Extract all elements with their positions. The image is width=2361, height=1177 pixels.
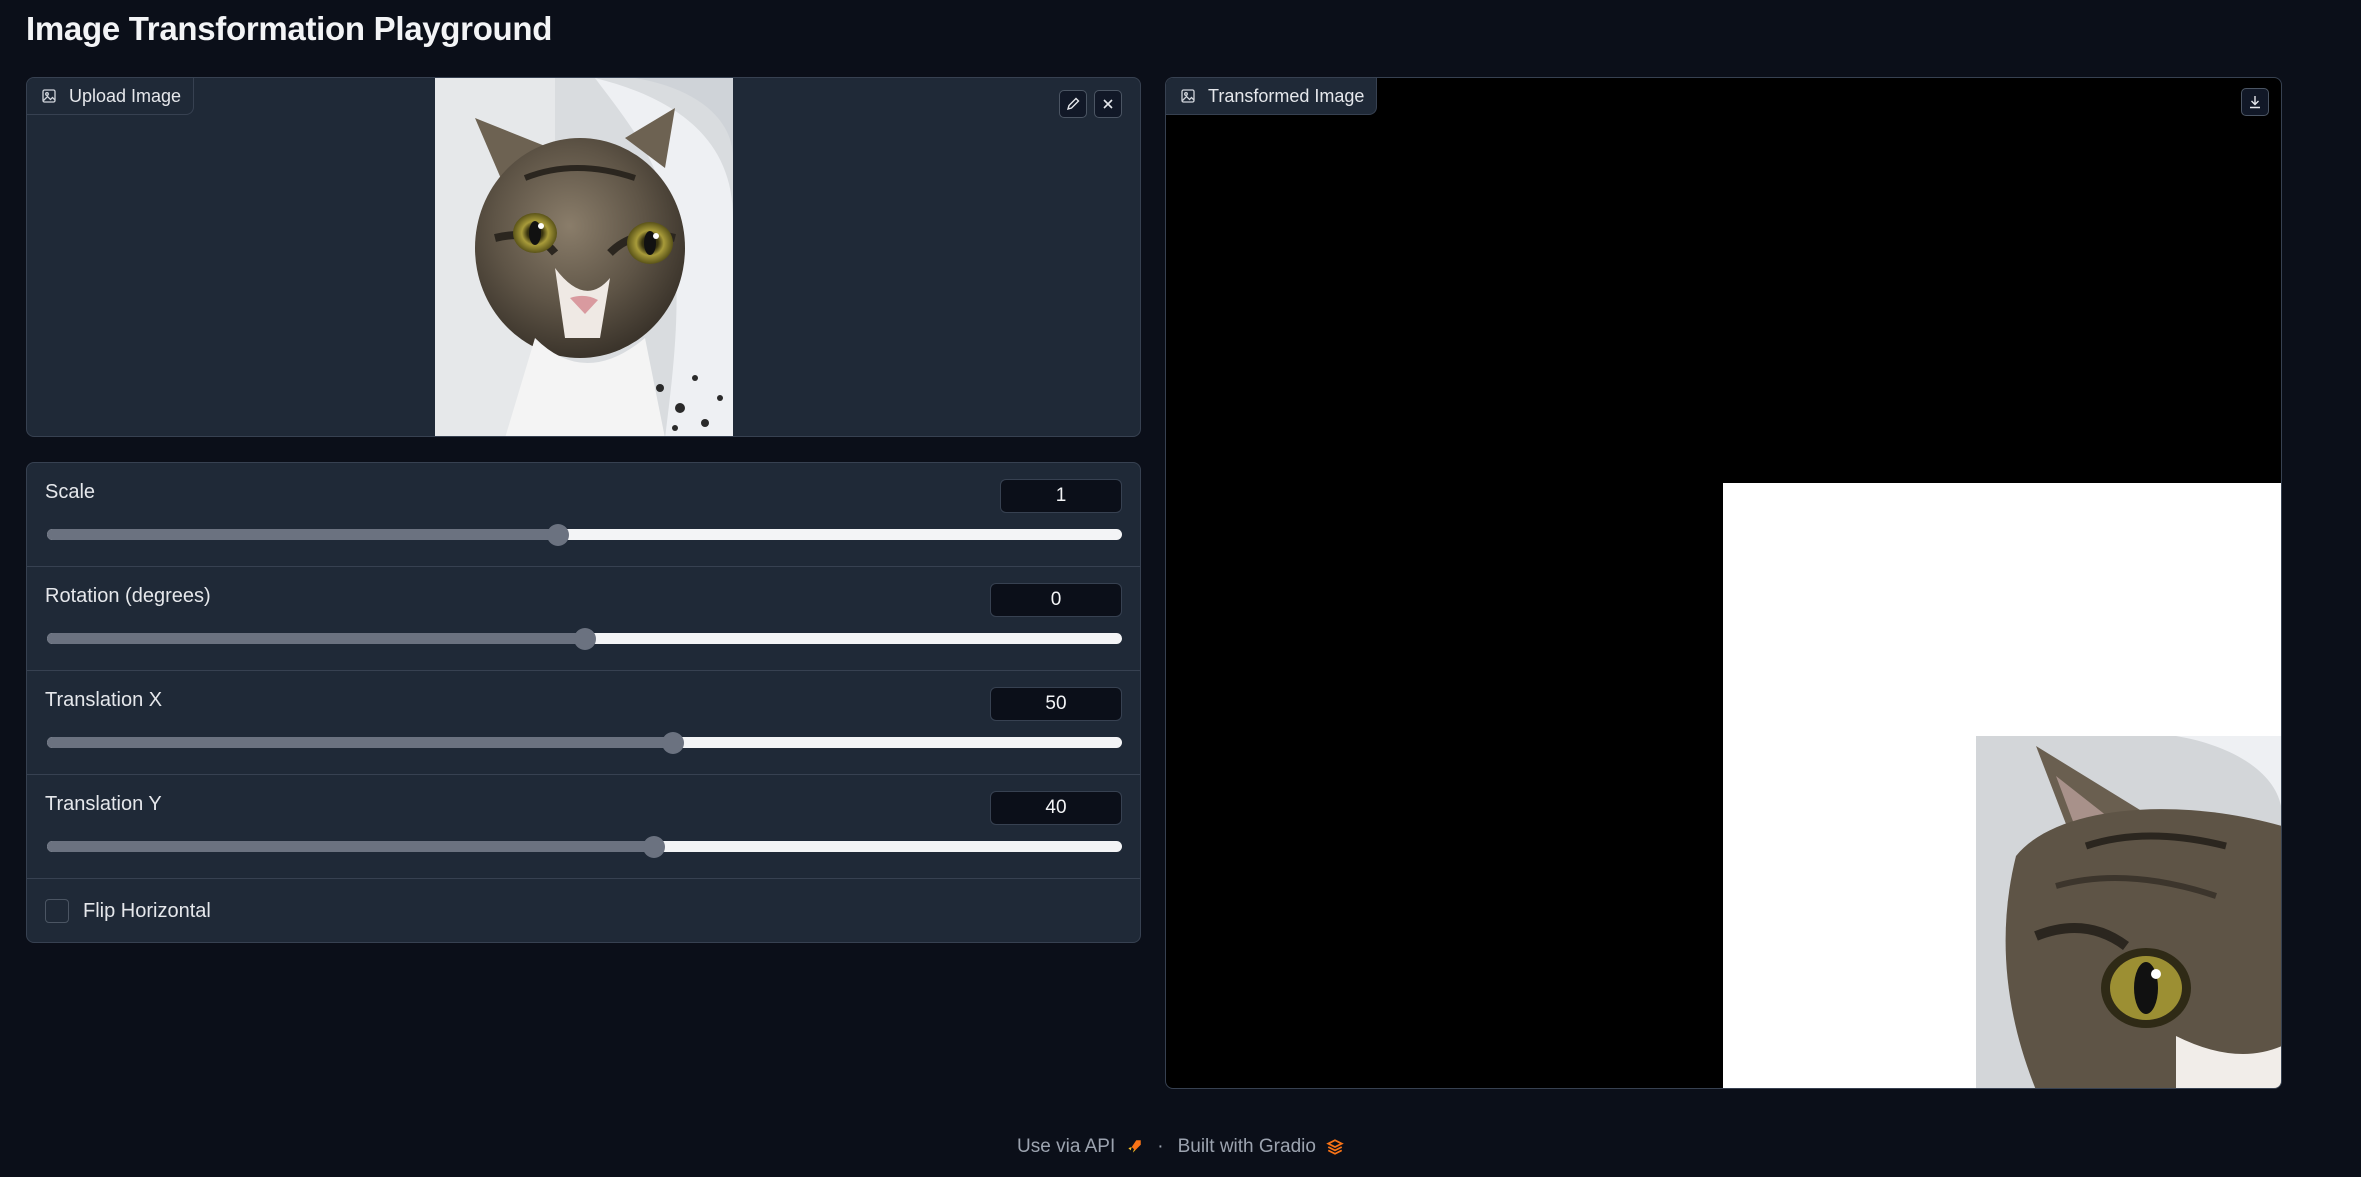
page-title: Image Transformation Playground (26, 10, 553, 47)
translation-x-number-input[interactable]: 50 (990, 687, 1122, 721)
rotation-control: Rotation (degrees) 0 (27, 567, 1140, 671)
transformed-image-label-text: Transformed Image (1208, 85, 1365, 106)
edit-image-button[interactable] (1059, 90, 1087, 118)
rotation-number-input[interactable]: 0 (990, 583, 1122, 617)
transformed-image-label: Transformed Image (1166, 78, 1378, 115)
flip-horizontal-control[interactable]: Flip Horizontal (27, 879, 1140, 943)
translation-y-number-input[interactable]: 40 (990, 791, 1122, 825)
translation-y-slider-thumb[interactable] (643, 835, 666, 858)
translation-y-slider[interactable] (47, 835, 1122, 858)
upload-image-label-text: Upload Image (69, 85, 182, 106)
close-icon (1103, 99, 1113, 109)
rotation-slider[interactable] (47, 627, 1122, 650)
upload-image-label: Upload Image (27, 78, 195, 115)
translation-x-slider-fill (47, 737, 673, 748)
rocket-icon (1128, 1140, 1142, 1153)
scale-slider-thumb[interactable] (546, 523, 569, 546)
download-button[interactable] (2241, 88, 2269, 116)
pencil-icon (1066, 97, 1080, 111)
gradio-logo-icon (1326, 1139, 1344, 1155)
image-icon (42, 89, 56, 103)
scale-number-input[interactable]: 1 (1000, 479, 1122, 513)
clear-image-button[interactable] (1094, 90, 1122, 118)
scale-label: Scale (45, 481, 96, 503)
flip-horizontal-checkbox[interactable] (45, 899, 69, 923)
footer: Use via API · Built with Gradio (0, 1136, 2361, 1158)
translation-x-label: Translation X (45, 689, 163, 711)
scale-slider-fill (47, 529, 558, 540)
download-icon (2250, 96, 2260, 109)
built-with-gradio-link[interactable]: Built with Gradio (1178, 1136, 1316, 1158)
upload-image-panel[interactable]: Upload Image (26, 77, 1141, 437)
translation-x-control: Translation X 50 (27, 671, 1140, 775)
transformed-cat-image (1976, 736, 2281, 1088)
use-via-api-link[interactable]: Use via API (1017, 1136, 1115, 1158)
image-icon (1181, 89, 1195, 103)
translation-x-slider[interactable] (47, 731, 1122, 754)
translation-y-slider-fill (47, 841, 655, 852)
rotation-slider-thumb[interactable] (573, 627, 596, 650)
flip-horizontal-label: Flip Horizontal (83, 899, 211, 922)
translation-y-control: Translation Y 40 (27, 775, 1140, 879)
scale-control: Scale 1 (27, 463, 1140, 567)
controls-panel: Scale 1 Rotation (degrees) 0 Translation… (26, 462, 1141, 943)
translation-x-slider-thumb[interactable] (661, 731, 684, 754)
translation-y-label: Translation Y (45, 793, 162, 815)
footer-separator: · (1157, 1136, 1164, 1157)
uploaded-cat-image (435, 78, 733, 436)
rotation-slider-fill (47, 633, 585, 644)
rotation-label: Rotation (degrees) (45, 585, 211, 607)
scale-slider[interactable] (47, 523, 1122, 546)
transformed-image-panel: Transformed Image (1165, 77, 2282, 1089)
